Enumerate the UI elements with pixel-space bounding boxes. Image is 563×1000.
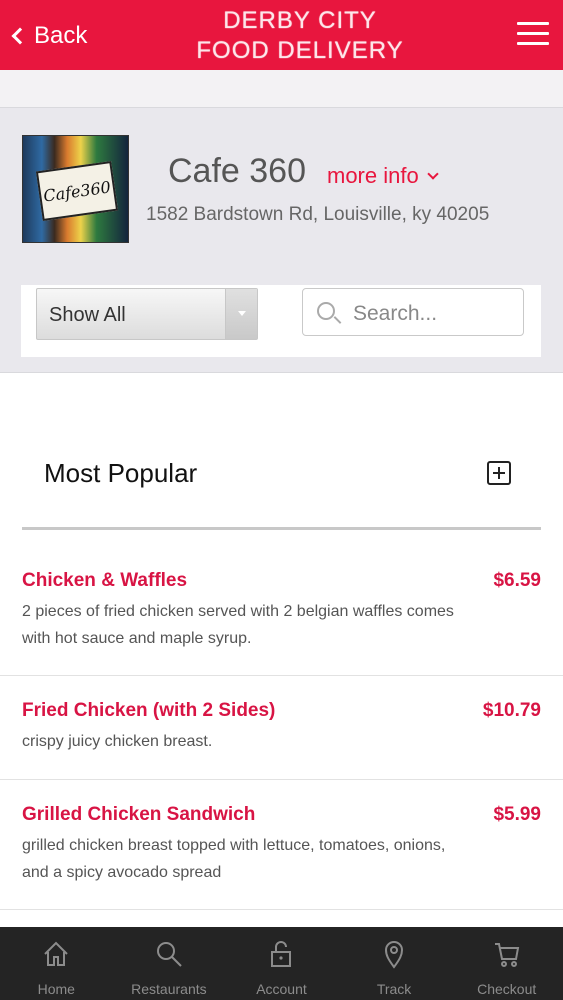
search-placeholder: Search... xyxy=(353,302,438,325)
tab-label: Checkout xyxy=(477,981,537,997)
hamburger-menu-icon[interactable] xyxy=(517,22,549,48)
menu-item-description: crispy juicy chicken breast. xyxy=(22,728,532,755)
header-divider-strip xyxy=(0,70,563,108)
app-screen: Back DERBY CITY FOOD DELIVERY Cafe360 Ca… xyxy=(0,0,563,1000)
category-select-value: Show All xyxy=(49,304,126,326)
menu-item-desc-line: 2 pieces of fried chicken served with 2 … xyxy=(22,603,454,620)
section-divider xyxy=(22,527,541,530)
restaurant-address: 1582 Bardstown Rd, Louisville, ky 40205 xyxy=(146,204,490,225)
more-info-link[interactable]: more info xyxy=(327,163,439,189)
search-input[interactable]: Search... xyxy=(302,288,524,336)
tab-account[interactable]: Account xyxy=(225,927,338,1000)
chevron-down-icon xyxy=(427,168,439,180)
menu-item[interactable]: Chicken & Waffles $6.59 2 pieces of frie… xyxy=(0,570,563,676)
cart-icon xyxy=(494,943,519,967)
menu-item-desc-line: crispy juicy chicken breast. xyxy=(22,733,213,750)
tab-track[interactable]: Track xyxy=(338,927,451,1000)
menu-item[interactable]: Fried Chicken (with 2 Sides) $10.79 cris… xyxy=(0,700,563,780)
tab-label: Restaurants xyxy=(131,981,207,997)
menu-item-price: $6.59 xyxy=(493,570,541,591)
menu-item-desc-line: and a spicy avocado spread xyxy=(22,864,222,881)
tab-home[interactable]: Home xyxy=(0,927,113,1000)
search-icon xyxy=(156,942,182,967)
tab-label: Home xyxy=(37,981,75,997)
category-select[interactable]: Show All xyxy=(36,288,258,340)
chevron-left-icon xyxy=(11,27,29,45)
header-bar: Back DERBY CITY FOOD DELIVERY xyxy=(0,0,563,70)
more-info-label: more info xyxy=(327,163,419,188)
lock-icon xyxy=(271,941,292,967)
menu-item[interactable]: Grilled Chicken Sandwich $5.99 grilled c… xyxy=(0,804,563,910)
bottom-tab-bar: Home Restaurants Account Track Checkout xyxy=(0,927,563,1000)
restaurant-logo-text: Cafe360 xyxy=(35,160,119,222)
section-title: Most Popular xyxy=(44,458,198,488)
restaurant-info-panel: Cafe360 Cafe 360 more info 1582 Bardstow… xyxy=(0,108,563,270)
brand-line-1: DERBY CITY xyxy=(223,7,377,34)
menu-item-desc-line: with hot sauce and maple syrup. xyxy=(22,630,252,647)
search-icon xyxy=(317,302,335,320)
menu-item-description: grilled chicken breast topped with lettu… xyxy=(22,832,532,886)
restaurant-logo: Cafe360 xyxy=(22,135,129,243)
expand-plus-icon[interactable] xyxy=(487,461,511,485)
menu-item-price: $10.79 xyxy=(482,700,541,721)
menu-item-description: 2 pieces of fried chicken served with 2 … xyxy=(22,598,532,652)
dropdown-arrow-icon xyxy=(225,289,257,339)
back-button[interactable]: Back xyxy=(10,20,87,52)
brand-line-2: FOOD DELIVERY xyxy=(196,37,404,64)
restaurant-name: Cafe 360 xyxy=(168,152,306,190)
menu-item-price: $5.99 xyxy=(493,804,541,825)
menu-item-desc-line: grilled chicken breast topped with lettu… xyxy=(22,837,446,854)
menu-item-name: Grilled Chicken Sandwich xyxy=(22,804,256,825)
menu-item-name: Chicken & Waffles xyxy=(22,570,188,591)
brand-title: DERBY CITY FOOD DELIVERY xyxy=(150,6,450,66)
tab-label: Track xyxy=(376,981,412,997)
menu-item-name: Fried Chicken (with 2 Sides) xyxy=(22,700,276,721)
location-pin-icon xyxy=(385,941,404,969)
tab-label: Account xyxy=(256,981,307,997)
tab-checkout[interactable]: Checkout xyxy=(450,927,563,1000)
home-icon xyxy=(44,941,69,966)
tab-restaurants[interactable]: Restaurants xyxy=(113,927,226,1000)
back-label: Back xyxy=(34,22,88,49)
